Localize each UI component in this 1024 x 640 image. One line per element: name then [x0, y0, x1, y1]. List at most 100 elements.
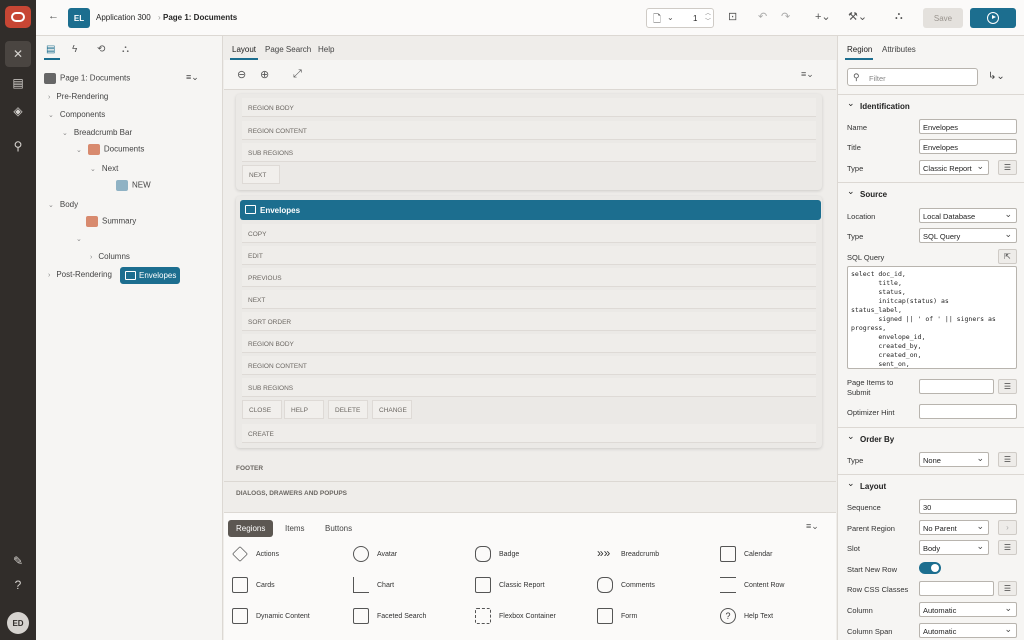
- tab-help[interactable]: Help: [318, 45, 334, 54]
- filter-input[interactable]: ⚲ Filter: [847, 68, 978, 86]
- tree-toggle-envelopes[interactable]: ⌄: [76, 234, 88, 243]
- gallery-tab-regions[interactable]: Regions: [228, 520, 274, 537]
- slot-previous[interactable]: PREVIOUS: [242, 268, 816, 287]
- gallery-item-comments[interactable]: Comments: [597, 577, 655, 593]
- redo-icon[interactable]: ↷: [781, 10, 790, 23]
- run-button[interactable]: [970, 8, 1016, 28]
- page-title[interactable]: Page 1: Documents: [163, 13, 237, 22]
- tree-item-columns[interactable]: › Columns: [90, 252, 130, 261]
- gallery-tab-items[interactable]: Items: [277, 520, 313, 537]
- slot-select[interactable]: Body: [919, 540, 989, 555]
- row-css-classes-field[interactable]: [919, 581, 994, 596]
- oracle-logo-icon[interactable]: [5, 6, 31, 28]
- gallery-menu-icon[interactable]: ≡⌄: [806, 521, 819, 532]
- slot-edit[interactable]: EDIT: [242, 246, 816, 265]
- gallery-item-calendar[interactable]: Calendar: [720, 546, 772, 562]
- shared-components-tab-icon[interactable]: ⛬: [122, 44, 129, 55]
- gallery-item-cards[interactable]: Cards: [232, 577, 275, 593]
- tree-item-next[interactable]: ⌄ Next: [90, 164, 118, 173]
- zoom-in-icon[interactable]: ⊕: [260, 68, 269, 81]
- slot-region-content[interactable]: REGION CONTENT: [242, 121, 816, 140]
- database-icon[interactable]: ▤: [5, 70, 31, 96]
- optimizer-hint-field[interactable]: [919, 404, 1017, 419]
- tab-attributes[interactable]: Attributes: [882, 45, 916, 54]
- order-type-list-button[interactable]: ☰: [998, 452, 1017, 467]
- slot-close[interactable]: CLOSE: [242, 400, 282, 419]
- slot-region-body[interactable]: REGION BODY: [242, 334, 816, 353]
- gallery-item-form[interactable]: Form: [597, 608, 637, 624]
- gallery-item-dynamic-content[interactable]: Dynamic Content: [232, 608, 310, 624]
- tree-item-new[interactable]: NEW: [116, 180, 151, 191]
- search-icon[interactable]: ⚲: [5, 133, 31, 159]
- gallery-item-avatar[interactable]: Avatar: [353, 546, 397, 562]
- sql-query-editor[interactable]: select doc_id, title, status, initcap(st…: [847, 266, 1017, 369]
- page-designer-icon[interactable]: ✕: [5, 41, 31, 67]
- gallery-item-help-text[interactable]: ? Help Text: [720, 608, 773, 624]
- zoom-out-icon[interactable]: ⊖: [237, 68, 246, 81]
- tab-layout[interactable]: Layout: [232, 45, 256, 54]
- slot-list-button[interactable]: ☰: [998, 540, 1017, 555]
- slot-help[interactable]: HELP: [284, 400, 324, 419]
- gallery-item-chart[interactable]: Chart: [353, 577, 394, 593]
- page-selector[interactable]: 🗋 ⌄ 1 ︿ ﹀: [646, 8, 714, 28]
- slot-change[interactable]: CHANGE: [372, 400, 412, 419]
- slot-delete[interactable]: DELETE: [328, 400, 368, 419]
- code-editor-button[interactable]: ⇱: [998, 249, 1017, 264]
- slot-region-content[interactable]: REGION CONTENT: [242, 356, 816, 375]
- gallery-item-badge[interactable]: Badge: [475, 546, 519, 562]
- utilities-menu-icon[interactable]: ⚒⌄: [848, 10, 867, 23]
- envelopes-region-header[interactable]: Envelopes: [240, 200, 821, 220]
- section-identification[interactable]: Identification: [838, 94, 1024, 116]
- column-span-select[interactable]: Automatic: [919, 623, 1017, 638]
- slot-sort-order[interactable]: SORT ORDER: [242, 312, 816, 331]
- row-css-list-button[interactable]: ☰: [998, 581, 1017, 596]
- go-to-group-icon[interactable]: ↳⌄: [988, 71, 1005, 82]
- tree-item-components[interactable]: ⌄ Components: [48, 110, 105, 119]
- tree-item-summary[interactable]: Summary: [86, 216, 136, 227]
- tree-item-breadcrumb-bar[interactable]: ⌄ Breadcrumb Bar: [62, 128, 132, 137]
- tree-menu-icon[interactable]: ≡⌄: [186, 72, 199, 83]
- tree-item-post-rendering[interactable]: › Post-Rendering: [48, 270, 112, 279]
- gallery-item-faceted-search[interactable]: Faceted Search: [353, 608, 426, 624]
- slot-sub-regions[interactable]: SUB REGIONS: [242, 143, 816, 162]
- tree-item-body[interactable]: ⌄ Body: [48, 200, 78, 209]
- help-icon[interactable]: ?: [5, 572, 31, 598]
- slot-next[interactable]: NEXT: [242, 165, 280, 184]
- page-number-input[interactable]: 1: [693, 14, 697, 23]
- gallery-item-classic-report[interactable]: Classic Report: [475, 577, 545, 593]
- type-list-button[interactable]: ☰: [998, 160, 1017, 175]
- tab-page-search[interactable]: Page Search: [265, 45, 311, 54]
- undo-icon[interactable]: ↶: [758, 10, 767, 23]
- gallery-item-content-row[interactable]: Content Row: [720, 577, 784, 593]
- sequence-field[interactable]: 30: [919, 499, 1017, 514]
- name-field[interactable]: Envelopes: [919, 119, 1017, 134]
- shared-components-icon[interactable]: ◈: [5, 98, 31, 124]
- layout-menu-icon[interactable]: ≡⌄: [801, 69, 814, 80]
- section-layout[interactable]: Layout: [838, 474, 1024, 496]
- page-stepper-icon[interactable]: ︿ ﹀: [705, 10, 711, 26]
- create-menu-icon[interactable]: +⌄: [815, 10, 831, 23]
- order-type-select[interactable]: None: [919, 452, 989, 467]
- gallery-item-actions[interactable]: Actions: [232, 546, 279, 562]
- source-type-select[interactable]: SQL Query: [919, 228, 1017, 243]
- type-select[interactable]: Classic Report: [919, 160, 989, 175]
- tree-root[interactable]: Page 1: Documents: [44, 73, 130, 84]
- section-source[interactable]: Source: [838, 182, 1024, 204]
- tree-item-documents[interactable]: ⌄ Documents: [76, 144, 144, 155]
- slot-sub-regions[interactable]: SUB REGIONS: [242, 378, 816, 397]
- app-name-link[interactable]: Application 300: [96, 13, 151, 22]
- items-submit-field[interactable]: [919, 379, 994, 394]
- back-arrow-icon[interactable]: ←: [48, 10, 59, 22]
- tree-item-envelopes[interactable]: Envelopes: [120, 267, 180, 284]
- gallery-tab-buttons[interactable]: Buttons: [317, 520, 360, 537]
- title-field[interactable]: Envelopes: [919, 139, 1017, 154]
- rendering-tab-icon[interactable]: ▤: [46, 44, 55, 55]
- lock-icon[interactable]: ⊡: [728, 10, 737, 23]
- dynamic-actions-tab-icon[interactable]: ϟ: [72, 44, 77, 55]
- parent-region-select[interactable]: No Parent: [919, 520, 989, 535]
- processing-tab-icon[interactable]: ⟲: [97, 44, 105, 55]
- save-button[interactable]: Save: [923, 8, 963, 28]
- slot-region-body[interactable]: REGION BODY: [242, 98, 816, 117]
- items-submit-list-button[interactable]: ☰: [998, 379, 1017, 394]
- user-settings-icon[interactable]: ✎: [5, 548, 31, 574]
